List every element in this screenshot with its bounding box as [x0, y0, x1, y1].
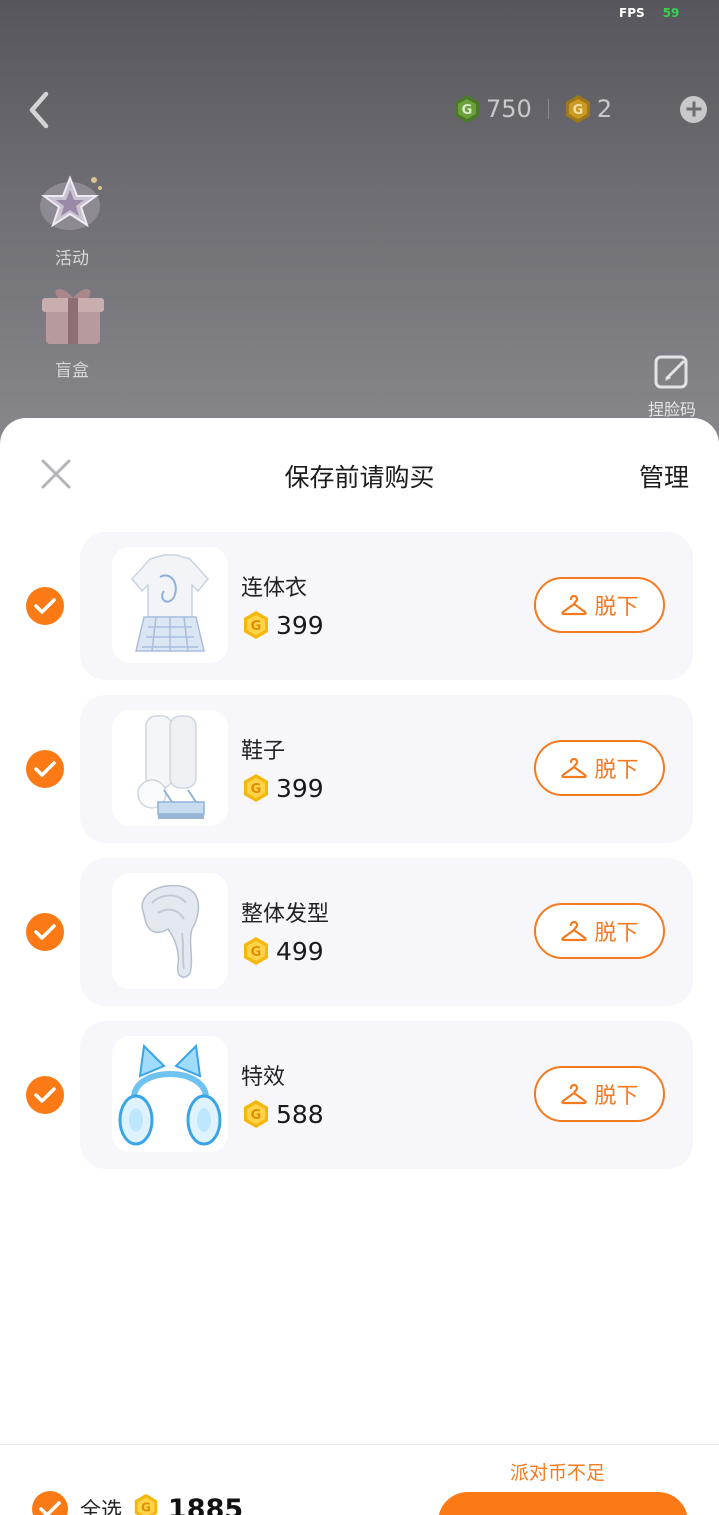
cat-ear-headphones-thumbnail-icon — [118, 1043, 222, 1146]
take-off-label: 脱下 — [594, 921, 639, 946]
star-event-icon — [40, 175, 102, 230]
gold-coin-icon: G — [244, 611, 268, 639]
take-off-label: 脱下 — [594, 1084, 639, 1109]
list-item: 特效 G 588 脱下 — [0, 1021, 719, 1184]
item-thumbnail — [112, 710, 228, 826]
svg-text:G: G — [572, 103, 583, 118]
green-coin-icon: G — [455, 95, 479, 123]
check-icon — [34, 924, 56, 940]
item-price-value: 399 — [276, 610, 324, 640]
item-price: G 399 — [241, 610, 324, 640]
currency-divider — [547, 99, 549, 119]
hanger-icon — [561, 757, 588, 779]
gold-coin-icon: G — [565, 95, 590, 123]
take-off-label: 脱下 — [594, 595, 639, 620]
item-checkbox[interactable] — [26, 1076, 64, 1114]
page-title: 保存前请购买 — [284, 463, 435, 492]
svg-text:G: G — [251, 1108, 262, 1123]
item-checkbox[interactable] — [26, 913, 64, 951]
manage-button[interactable]: 管理 — [639, 458, 689, 494]
item-thumbnail — [112, 1036, 228, 1152]
gold-currency-value: 2 — [596, 95, 613, 123]
face-code-label: 捏脸码 — [647, 400, 696, 419]
list-item: 鞋子 G 399 脱下 — [0, 695, 719, 858]
chevron-left-icon — [29, 91, 49, 129]
svg-text:G: G — [141, 1501, 151, 1515]
svg-text:G: G — [251, 619, 262, 634]
item-name: 连体衣 — [241, 576, 308, 601]
svg-text:G: G — [251, 945, 262, 960]
list-item: 整体发型 G 499 脱下 — [0, 858, 719, 1021]
select-all[interactable]: 全选 G 1885 — [32, 1491, 243, 1515]
gold-currency: G 2 — [563, 94, 612, 124]
sidebar-item-blind-box-label: 盲盒 — [55, 361, 89, 381]
sheet-header: 保存前请购买 管理 — [0, 418, 719, 534]
item-price-value: 499 — [276, 936, 324, 966]
take-off-button[interactable]: 脱下 — [534, 903, 665, 959]
item-card: 鞋子 G 399 脱下 — [80, 695, 693, 843]
select-all-checkbox[interactable] — [32, 1491, 68, 1515]
item-name: 特效 — [241, 1065, 286, 1090]
fps-label: FPS — [619, 6, 645, 20]
face-code-button[interactable]: 捏脸码 — [640, 354, 704, 420]
gold-coin-icon: G — [244, 1100, 268, 1128]
item-thumbnail — [112, 547, 228, 663]
fps-value: 59 — [662, 6, 680, 20]
fps-counter: FPS 59 — [619, 6, 679, 20]
sidebar-item-event-label: 活动 — [55, 249, 89, 269]
check-icon — [39, 1501, 61, 1515]
check-icon — [34, 761, 56, 777]
gold-coin-icon: G — [244, 774, 268, 802]
item-price: G 399 — [241, 773, 324, 803]
game-background: FPS 59 G 750 G 2 活动 盲盒 捏脸码 — [0, 0, 719, 440]
item-card: 特效 G 588 脱下 — [80, 1021, 693, 1169]
gold-coin-icon: G — [134, 1493, 158, 1515]
hanger-icon — [561, 1083, 588, 1105]
total-price: 1885 — [168, 1493, 244, 1515]
item-price: G 588 — [241, 1099, 324, 1129]
gift-box-icon — [42, 288, 104, 344]
item-card: 连体衣 G 399 脱下 — [80, 532, 693, 680]
item-price-value: 588 — [276, 1099, 324, 1129]
check-icon — [34, 598, 56, 614]
back-button[interactable] — [24, 90, 56, 130]
green-currency: G 750 — [452, 94, 532, 124]
hair-thumbnail-icon — [141, 884, 200, 978]
total-coin: G — [132, 1493, 160, 1515]
item-card: 整体发型 G 499 脱下 — [80, 858, 693, 1006]
checkout-footer: 全选 G 1885 派对币不足 — [0, 1444, 719, 1515]
take-off-button[interactable]: 脱下 — [534, 740, 665, 796]
hanger-icon — [561, 594, 588, 616]
sidebar-item-blind-box[interactable]: 盲盒 — [36, 282, 108, 381]
list-item: 连体衣 G 399 脱下 — [0, 532, 719, 695]
buy-button[interactable] — [438, 1492, 688, 1515]
boots-thumbnail-icon — [137, 715, 205, 819]
purchase-sheet: 保存前请购买 管理 连体衣 G 399 脱下 鞋子 G 399 脱下 整体发型 … — [0, 418, 719, 1515]
currency-bar: G 750 G 2 — [452, 92, 707, 126]
add-currency-button[interactable] — [680, 95, 707, 123]
item-checkbox[interactable] — [26, 750, 64, 788]
item-name: 鞋子 — [241, 739, 286, 764]
item-thumbnail — [112, 873, 228, 989]
green-currency-value: 750 — [486, 95, 532, 123]
dress-thumbnail-icon — [131, 554, 209, 652]
gold-coin-icon: G — [244, 937, 268, 965]
svg-text:G: G — [251, 782, 262, 797]
take-off-button[interactable]: 脱下 — [534, 1066, 665, 1122]
svg-text:G: G — [462, 103, 473, 118]
hanger-icon — [561, 920, 588, 942]
item-price: G 499 — [241, 936, 324, 966]
item-list: 连体衣 G 399 脱下 鞋子 G 399 脱下 整体发型 G 499 脱下 特… — [0, 532, 719, 1184]
take-off-label: 脱下 — [594, 758, 639, 783]
take-off-button[interactable]: 脱下 — [534, 577, 665, 633]
select-all-label: 全选 — [80, 1498, 122, 1515]
item-name: 整体发型 — [241, 902, 330, 927]
edit-face-icon — [654, 355, 688, 389]
insufficient-funds-label: 派对币不足 — [510, 1462, 606, 1484]
item-checkbox[interactable] — [26, 587, 64, 625]
sidebar-item-event[interactable]: 活动 — [36, 168, 108, 269]
item-price-value: 399 — [276, 773, 324, 803]
check-icon — [34, 1087, 56, 1103]
